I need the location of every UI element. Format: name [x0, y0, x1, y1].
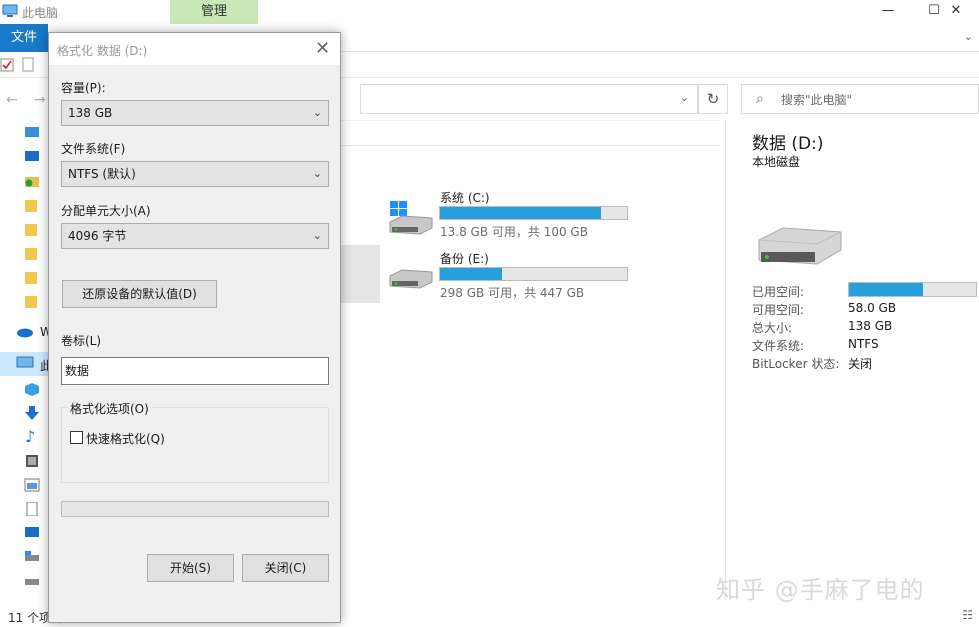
details-total-value: 138 GB [848, 319, 893, 333]
capacity-select[interactable]: 138 GB ⌄ [61, 100, 329, 126]
details-usage-fill [849, 283, 923, 296]
music-icon[interactable]: ♪ [25, 427, 35, 446]
window-title: 此电脑 [22, 6, 59, 20]
close-button[interactable]: 关闭(C) [242, 554, 329, 582]
tab-file[interactable]: 文件 [0, 24, 48, 52]
capacity-label: 容量(P): [61, 81, 106, 95]
details-subtitle: 本地磁盘 [752, 155, 801, 169]
details-used-key: 已用空间: [752, 285, 805, 299]
chevron-down-icon: ⌄ [312, 229, 322, 242]
filesystem-value: NTFS (默认) [68, 167, 136, 181]
details-view-icon[interactable]: ☷ [962, 608, 973, 622]
filesystem-select[interactable]: NTFS (默认) ⌄ [61, 161, 329, 187]
folder-icon[interactable] [24, 246, 40, 260]
quick-format-checkbox[interactable] [70, 431, 83, 444]
folder-icon[interactable] [24, 270, 40, 284]
watermark: 知乎 @手麻了电的 [716, 576, 925, 604]
properties-check-icon[interactable] [0, 58, 14, 72]
pictures-icon[interactable] [24, 478, 40, 492]
search-input[interactable] [741, 84, 979, 114]
dialog-close-icon[interactable]: ✕ [315, 38, 330, 59]
refresh-button[interactable]: ↻ [698, 84, 728, 114]
folder-icon[interactable] [24, 222, 40, 236]
quick-format-label[interactable]: 快速格式化(Q) [86, 430, 165, 447]
drive-c-usage-fill [440, 207, 602, 219]
forward-arrow-icon[interactable]: → [34, 92, 46, 108]
folder-icon[interactable] [24, 198, 40, 212]
folder-icon[interactable] [24, 294, 40, 308]
desktop-icon[interactable] [24, 126, 40, 140]
details-title: 数据 (D:) [752, 134, 824, 154]
details-usage-bar [848, 282, 977, 297]
hard-drive-icon [758, 227, 842, 265]
drive-e-name[interactable]: 备份 (E:) [440, 250, 489, 267]
back-arrow-icon[interactable]: ← [6, 92, 18, 108]
alloc-size-label: 分配单元大小(A) [61, 204, 151, 218]
restore-defaults-button[interactable]: 还原设备的默认值(D) [62, 280, 217, 308]
this-pc-icon[interactable] [16, 356, 34, 370]
this-pc-icon [2, 4, 18, 17]
drive-e-usage-fill [440, 268, 503, 280]
details-fs-value: NTFS [848, 337, 879, 351]
details-fs-key: 文件系统: [752, 339, 805, 353]
chevron-down-icon: ⌄ [312, 167, 322, 180]
tab-manage[interactable]: 管理 [170, 0, 258, 24]
shared-folder-icon[interactable] [24, 174, 40, 188]
capacity-value: 138 GB [68, 106, 113, 120]
drive-c-usage-bar [439, 206, 628, 220]
details-pane-divider [725, 120, 726, 600]
explorer-titlebar [0, 0, 979, 24]
selected-drive-highlight [340, 245, 380, 303]
alloc-size-value: 4096 字节 [68, 229, 127, 243]
videos-icon[interactable] [24, 454, 40, 468]
new-folder-icon[interactable] [22, 57, 34, 72]
monitor-icon[interactable] [24, 150, 40, 164]
drive-e-usage-bar [439, 267, 628, 281]
details-free-key: 可用空间: [752, 303, 805, 317]
drive-icon[interactable] [24, 574, 40, 588]
address-bar[interactable]: ⌄ [360, 84, 698, 114]
section-divider [340, 145, 720, 146]
documents-icon[interactable] [24, 502, 40, 516]
volume-label-label: 卷标(L) [61, 334, 102, 348]
volume-label-input[interactable]: 数据 [61, 357, 329, 385]
details-bitlocker-key: BitLocker 状态: [752, 357, 840, 371]
drive-e-icon[interactable] [388, 266, 434, 296]
details-total-key: 总大小: [752, 321, 793, 335]
dialog-title: 格式化 数据 (D:) [57, 44, 148, 58]
search-placeholder: 搜索"此电脑" [781, 93, 853, 107]
drive-c-name[interactable]: 系统 (C:) [440, 189, 490, 206]
details-bitlocker-value: 关闭 [848, 357, 873, 371]
ribbon-expand-icon[interactable]: ⌄ [964, 30, 973, 43]
format-options-title: 格式化选项(O) [67, 400, 152, 417]
drive-c-icon[interactable] [388, 200, 434, 236]
3d-objects-icon[interactable] [24, 382, 40, 396]
downloads-icon[interactable] [24, 406, 40, 420]
minimize-button[interactable]: — [865, 0, 911, 24]
drive-c-icon[interactable] [24, 550, 40, 564]
close-window-button[interactable]: ✕ [933, 0, 979, 24]
column-header-divider [340, 120, 720, 121]
format-dialog: 格式化 数据 (D:) ✕ 容量(P): 138 GB ⌄ 文件系统(F) NT… [48, 32, 341, 623]
alloc-size-select[interactable]: 4096 字节 ⌄ [61, 223, 329, 249]
start-button[interactable]: 开始(S) [147, 554, 234, 582]
format-progress-bar [61, 501, 329, 517]
details-free-value: 58.0 GB [848, 301, 897, 315]
drive-c-free-text: 13.8 GB 可用，共 100 GB [440, 225, 588, 239]
address-dropdown-icon[interactable]: ⌄ [680, 91, 689, 104]
drive-e-free-text: 298 GB 可用，共 447 GB [440, 286, 585, 300]
filesystem-label: 文件系统(F) [61, 142, 126, 156]
search-icon: ⌕ [756, 91, 764, 107]
chevron-down-icon: ⌄ [312, 106, 322, 119]
desktop-icon[interactable] [24, 526, 40, 540]
onedrive-icon[interactable] [16, 326, 34, 338]
